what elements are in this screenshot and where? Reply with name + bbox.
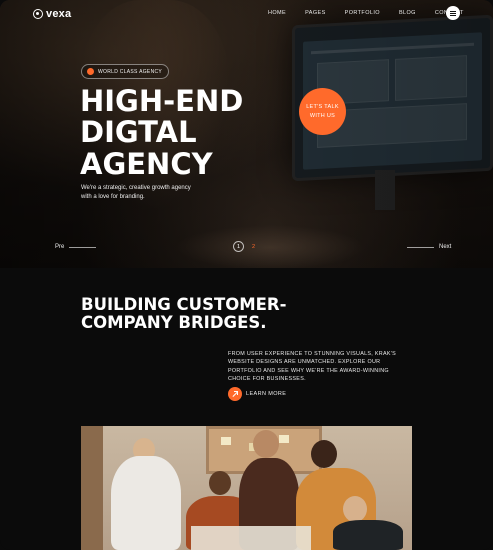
logo-mark-icon bbox=[33, 9, 43, 19]
page-dot-2[interactable]: 2 bbox=[248, 241, 259, 252]
prev-label: Pre bbox=[55, 244, 65, 250]
hero-title-line-3: AGENCY bbox=[80, 146, 213, 181]
arrow-up-right-icon bbox=[228, 387, 242, 401]
next-label: Next bbox=[439, 244, 452, 250]
logo[interactable]: vexa bbox=[33, 8, 71, 20]
badge-label: WORLD CLASS AGENCY bbox=[98, 68, 163, 75]
nav-item-home[interactable]: HOME bbox=[268, 10, 286, 16]
globe-icon bbox=[87, 68, 94, 75]
section-title-line-2: COMPANY BRIDGES. bbox=[81, 313, 267, 333]
hero-title-line-2: DIGTAL bbox=[80, 115, 197, 150]
section-title-line-1: BUILDING CUSTOMER- bbox=[81, 295, 287, 314]
hero-background-image bbox=[0, 0, 493, 268]
lets-talk-button[interactable]: LET'S TALK WITH US bbox=[299, 88, 346, 135]
nav-item-portfolio[interactable]: PORTFOLIO bbox=[345, 10, 380, 16]
section-title: BUILDING CUSTOMER- COMPANY BRIDGES. bbox=[81, 295, 287, 333]
slide-pagination: 1 2 bbox=[233, 241, 259, 252]
hero-title: HIGH-END DIGTAL AGENCY bbox=[80, 84, 244, 181]
nav-item-blog[interactable]: BLOG bbox=[399, 10, 416, 16]
learn-more-link[interactable]: LEARN MORE bbox=[228, 387, 286, 401]
hero-subtitle: We're a strategic, creative growth agenc… bbox=[81, 185, 191, 201]
section-body: FROM USER EXPERIENCE TO STUNNING VISUALS… bbox=[228, 351, 396, 383]
next-slide-button[interactable]: Next bbox=[407, 244, 451, 250]
learn-more-label: LEARN MORE bbox=[246, 391, 287, 397]
team-photo bbox=[81, 426, 412, 550]
hero-title-line-1: HIGH-END bbox=[80, 84, 244, 118]
page: vexa HOME PAGES PORTFOLIO BLOG CONTACT W… bbox=[0, 0, 493, 550]
world-class-badge: WORLD CLASS AGENCY bbox=[81, 64, 170, 79]
nav-item-pages[interactable]: PAGES bbox=[305, 10, 326, 16]
lets-talk-label: LET'S TALK WITH US bbox=[306, 104, 339, 119]
prev-slide-button[interactable]: Pre bbox=[55, 244, 97, 250]
hamburger-icon[interactable] bbox=[446, 6, 460, 20]
page-dot-1[interactable]: 1 bbox=[233, 241, 244, 252]
top-nav: vexa HOME PAGES PORTFOLIO BLOG CONTACT bbox=[0, 0, 493, 28]
logo-text: vexa bbox=[46, 8, 72, 20]
